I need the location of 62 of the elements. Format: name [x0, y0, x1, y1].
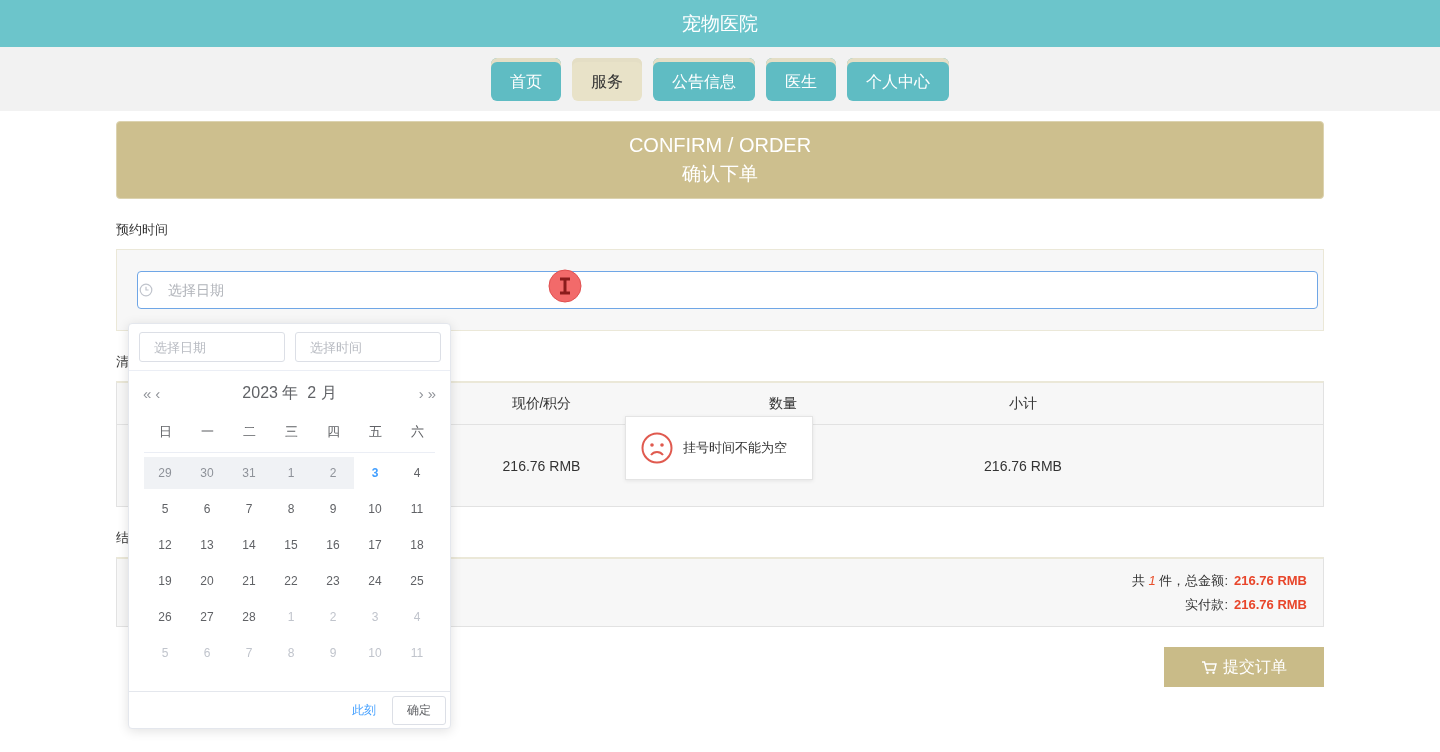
calendar-day[interactable]: 6: [186, 493, 228, 525]
calendar-day[interactable]: 9: [312, 493, 354, 525]
calendar-day[interactable]: 4: [396, 457, 438, 489]
table-cell: 216.76 RMB: [984, 457, 1062, 474]
summary-label: 实付款:: [1185, 595, 1228, 614]
section-label: 结: [116, 529, 129, 547]
calendar-day[interactable]: 28: [228, 601, 270, 633]
weekday-label: 二: [241, 423, 257, 441]
calendar-day[interactable]: 16: [312, 529, 354, 561]
date-input[interactable]: 选择日期: [139, 332, 285, 362]
calendar-day[interactable]: 15: [270, 529, 312, 561]
sad-face-icon: [641, 432, 673, 464]
calendar-day[interactable]: 26: [144, 601, 186, 633]
calendar-day[interactable]: 25: [396, 565, 438, 597]
weekday-label: 三: [283, 423, 299, 441]
weekday-label: 日: [157, 423, 173, 441]
summary-text: 共 1 件，总金额:: [1131, 571, 1228, 590]
calendar-day[interactable]: 21: [228, 565, 270, 597]
calendar-day[interactable]: 24: [354, 565, 396, 597]
column-header: 现价/积分: [511, 394, 572, 413]
banner-title: CONFIRM / ORDER: [628, 133, 812, 157]
total-amount: 216.76 RMB: [1234, 573, 1307, 588]
toast-text: 挂号时间不能为空: [683, 439, 787, 457]
column-header: 数量: [769, 394, 797, 413]
table-cell: 216.76 RMB: [502, 457, 581, 474]
cursor-highlight-icon: [548, 269, 582, 303]
calendar-day[interactable]: 14: [228, 529, 270, 561]
weekday-label: 一: [199, 423, 215, 441]
banner-subtitle: 确认下单: [682, 161, 758, 186]
calendar-day[interactable]: 5: [144, 493, 186, 525]
calendar-day[interactable]: 18: [396, 529, 438, 561]
paid-amount: 216.76 RMB: [1234, 597, 1307, 612]
time-input[interactable]: 选择时间: [295, 332, 441, 362]
next-month-button[interactable]: ›: [416, 385, 426, 402]
date-field[interactable]: 选择日期: [137, 271, 1318, 309]
cart-icon: [1201, 659, 1217, 675]
site-title: 宠物医院: [682, 11, 758, 36]
calendar-day[interactable]: 27: [186, 601, 228, 633]
weekday-label: 四: [325, 423, 341, 441]
month-title: 2023 年 2 月: [242, 383, 337, 403]
calendar-day[interactable]: 23: [312, 565, 354, 597]
column-header: 小计: [1009, 394, 1037, 413]
calendar-day[interactable]: 22: [270, 565, 312, 597]
section-label: 预约时间: [116, 221, 168, 239]
calendar-day[interactable]: 13: [186, 529, 228, 561]
calendar-day[interactable]: 19: [144, 565, 186, 597]
calendar-day[interactable]: 20: [186, 565, 228, 597]
weekday-label: 五: [367, 423, 383, 441]
calendar-day[interactable]: 12: [144, 529, 186, 561]
calendar-day[interactable]: 17: [354, 529, 396, 561]
nav-tab[interactable]: 服务: [572, 58, 642, 101]
calendar-day[interactable]: 10: [354, 493, 396, 525]
prev-month-button[interactable]: ‹: [153, 385, 163, 402]
prev-year-button[interactable]: «: [141, 385, 154, 402]
weekday-label: 六: [409, 423, 425, 441]
calendar-day[interactable]: 7: [228, 493, 270, 525]
section-label: 清: [116, 353, 129, 371]
clock-icon: [139, 283, 153, 297]
next-year-button[interactable]: »: [425, 385, 438, 402]
confirm-button[interactable]: 确定: [392, 695, 446, 725]
calendar-day[interactable]: 8: [270, 493, 312, 525]
calendar-day[interactable]: 11: [396, 493, 438, 525]
